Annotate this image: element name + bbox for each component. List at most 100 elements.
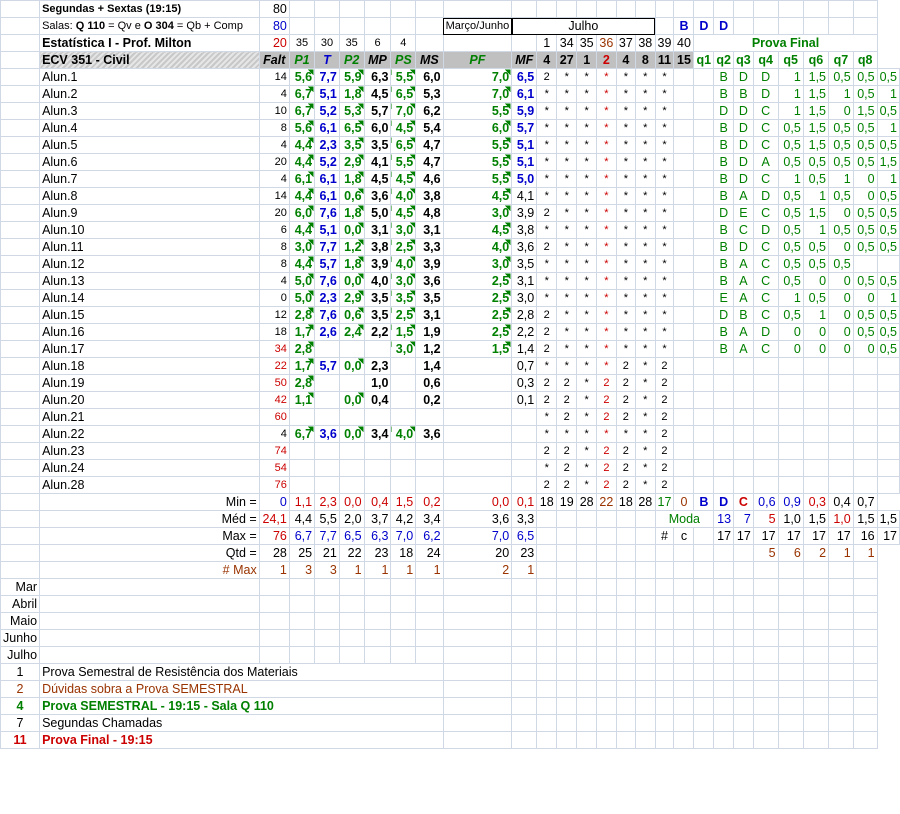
- faltas[interactable]: 22: [258, 357, 290, 375]
- attendance-mark[interactable]: *: [536, 357, 558, 375]
- answer-q4[interactable]: 0,5: [777, 221, 804, 239]
- cell[interactable]: [615, 612, 637, 630]
- cell[interactable]: [415, 629, 444, 647]
- empty-cell[interactable]: [693, 85, 715, 103]
- answer-q6[interactable]: [828, 357, 854, 375]
- empty-cell[interactable]: [0, 204, 41, 222]
- attendance-mark[interactable]: *: [635, 306, 656, 324]
- answer-q4[interactable]: 1: [777, 85, 804, 103]
- cell[interactable]: [777, 663, 804, 681]
- cell[interactable]: [536, 629, 558, 647]
- attendance-mark[interactable]: *: [536, 153, 558, 171]
- answer-q3[interactable]: C: [752, 238, 779, 256]
- cell[interactable]: [802, 663, 830, 681]
- attendance-mark[interactable]: *: [556, 153, 578, 171]
- grade-t[interactable]: 7,7: [314, 238, 340, 256]
- grade-ps[interactable]: 5,5: [390, 153, 417, 171]
- empty-cell[interactable]: [0, 442, 41, 460]
- empty-cell[interactable]: [0, 85, 41, 103]
- cell[interactable]: [576, 731, 598, 749]
- attendance-mark[interactable]: *: [556, 272, 578, 290]
- empty-cell[interactable]: [693, 238, 715, 256]
- attendance-mark[interactable]: *: [615, 272, 637, 290]
- cell[interactable]: [693, 629, 715, 647]
- med-label[interactable]: Méd =: [39, 510, 260, 528]
- cell[interactable]: [733, 697, 754, 715]
- answer-q3[interactable]: [752, 425, 779, 443]
- answer-q4[interactable]: 0,5: [777, 153, 804, 171]
- cell[interactable]: [338, 629, 365, 647]
- nmax-value[interactable]: 2: [442, 561, 513, 579]
- min-day[interactable]: 28: [576, 493, 598, 511]
- calendar-top-0[interactable]: 1: [536, 34, 558, 52]
- cell[interactable]: [654, 561, 675, 579]
- nmax-label[interactable]: # Max: [39, 561, 260, 579]
- grade-ps[interactable]: 3,0: [390, 221, 417, 239]
- cell[interactable]: [802, 0, 830, 18]
- cell[interactable]: [733, 629, 754, 647]
- attendance-mark[interactable]: [673, 442, 695, 460]
- attendance-mark[interactable]: 2: [536, 68, 558, 86]
- cell[interactable]: [39, 578, 260, 596]
- answer-q6[interactable]: 0: [828, 272, 854, 290]
- attendance-mark[interactable]: *: [615, 323, 637, 341]
- student-name[interactable]: Alun.16: [39, 323, 260, 341]
- cell[interactable]: [442, 680, 513, 698]
- student-name[interactable]: Alun.10: [39, 221, 260, 239]
- cell[interactable]: [596, 680, 617, 698]
- grade-p2[interactable]: 5,3: [338, 102, 365, 120]
- grade-mf[interactable]: 3,8: [511, 221, 538, 239]
- attendance-mark[interactable]: *: [556, 119, 578, 137]
- moda-value[interactable]: 1,0: [777, 510, 804, 528]
- cell[interactable]: [777, 0, 804, 18]
- answer-q5[interactable]: [802, 476, 830, 494]
- attendance-mark[interactable]: *: [654, 238, 675, 256]
- answer-q8[interactable]: 1: [876, 289, 900, 307]
- answer-q5[interactable]: 1,5: [802, 102, 830, 120]
- answer-q4[interactable]: [777, 459, 804, 477]
- total-20[interactable]: 20: [258, 34, 290, 52]
- attendance-mark[interactable]: *: [615, 255, 637, 273]
- cell[interactable]: [615, 561, 637, 579]
- attendance-mark[interactable]: *: [635, 238, 656, 256]
- attendance-mark[interactable]: 2: [536, 306, 558, 324]
- attendance-mark[interactable]: *: [615, 238, 637, 256]
- attendance-mark[interactable]: [673, 357, 695, 375]
- grade-ps[interactable]: 3,0: [390, 272, 417, 290]
- attendance-mark[interactable]: *: [635, 272, 656, 290]
- cell[interactable]: [442, 663, 513, 681]
- q-header-q2[interactable]: q2: [713, 51, 735, 69]
- grade-pf[interactable]: [442, 459, 513, 477]
- empty-cell[interactable]: [0, 323, 41, 341]
- answer-q7[interactable]: 0: [852, 289, 878, 307]
- calendar-top-7[interactable]: 40: [673, 34, 695, 52]
- faltas[interactable]: 8: [258, 119, 290, 137]
- attendance-mark[interactable]: *: [635, 85, 656, 103]
- cell[interactable]: [314, 646, 340, 664]
- grade-t[interactable]: 5,1: [314, 221, 340, 239]
- grade-p2[interactable]: 5,9: [338, 68, 365, 86]
- qtd-q[interactable]: 1: [828, 544, 854, 562]
- empty-cell[interactable]: [576, 544, 598, 562]
- grade-pf[interactable]: 4,5: [442, 187, 513, 205]
- spreadsheet-grid[interactable]: Segundas + Sextas (19:15) 80 Salas: Q 110 …: [0, 0, 900, 749]
- answer-q7[interactable]: 0,5: [852, 68, 878, 86]
- cell[interactable]: [576, 714, 598, 732]
- cell[interactable]: [635, 612, 656, 630]
- answer-q6[interactable]: 0,5: [828, 255, 854, 273]
- attendance-mark[interactable]: [673, 459, 695, 477]
- cell[interactable]: [536, 561, 558, 579]
- attendance-mark[interactable]: *: [615, 136, 637, 154]
- grade-p1[interactable]: 5,0: [288, 289, 316, 307]
- grade-pf[interactable]: 2,5: [442, 323, 513, 341]
- empty-cell[interactable]: [0, 425, 41, 443]
- student-name[interactable]: Alun.8: [39, 187, 260, 205]
- cell[interactable]: [752, 595, 779, 613]
- grade-p2[interactable]: 1,8: [338, 170, 365, 188]
- grade-p1[interactable]: 1,1: [288, 391, 316, 409]
- cell[interactable]: [635, 629, 656, 647]
- cell[interactable]: [733, 0, 754, 18]
- answer-q4[interactable]: [777, 374, 804, 392]
- answer-q7[interactable]: 0,5: [852, 238, 878, 256]
- answer-q7[interactable]: 0,5: [852, 136, 878, 154]
